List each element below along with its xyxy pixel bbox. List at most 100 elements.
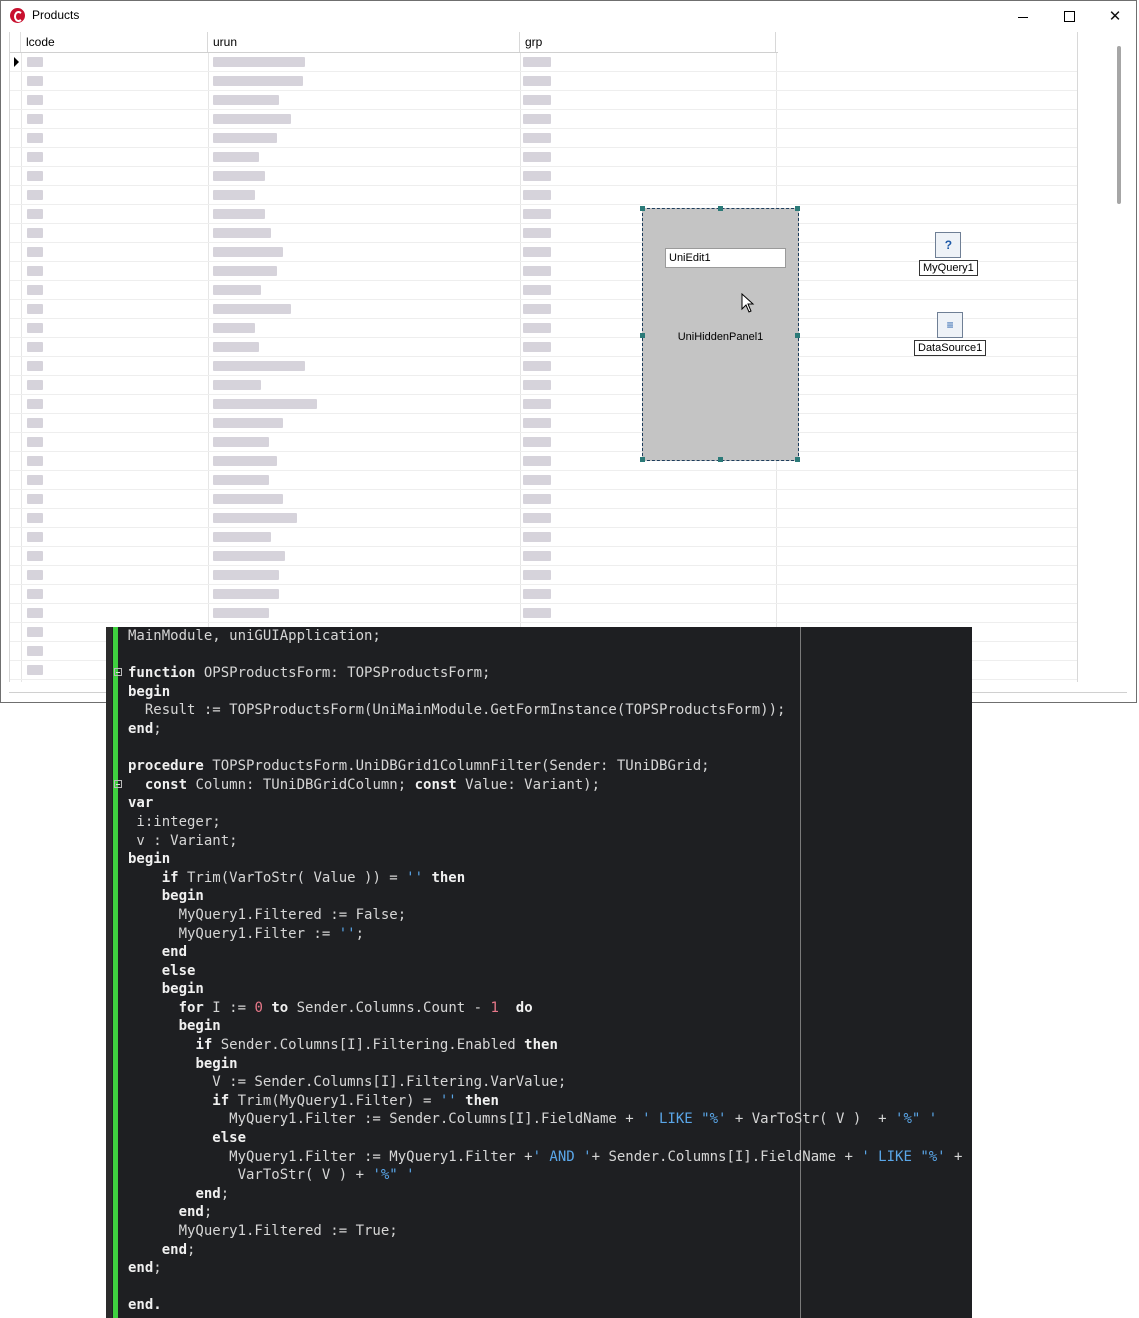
grid-cell [27, 513, 43, 523]
grid-header: lcode urun grp [10, 32, 778, 53]
resize-handle[interactable] [640, 206, 645, 211]
grid-cell [523, 437, 551, 447]
grid-cell [523, 608, 551, 618]
grid-cell [523, 114, 551, 124]
app-icon [10, 8, 25, 23]
table-row[interactable] [10, 357, 1078, 376]
code-line: function OPSProductsForm: TOPSProductsFo… [114, 664, 962, 683]
maximize-button[interactable] [1046, 1, 1092, 31]
table-row[interactable] [10, 452, 1078, 471]
table-row[interactable] [10, 53, 1078, 72]
grid-cell [213, 152, 259, 162]
code-line: MyQuery1.Filter := ''; [128, 925, 365, 942]
code-line: end; [195, 1185, 230, 1202]
table-row[interactable] [10, 509, 1078, 528]
grid-cell [523, 418, 551, 428]
grid-cell [27, 570, 43, 580]
code-editor[interactable]: MainModule, uniGUIApplication; function O… [106, 627, 972, 1318]
grid-cell [213, 456, 277, 466]
table-row[interactable] [10, 110, 1078, 129]
table-row[interactable] [10, 414, 1078, 433]
fold-toggle-icon[interactable] [114, 779, 122, 788]
table-row[interactable] [10, 167, 1078, 186]
editor-gutter [106, 627, 112, 1318]
code-line: begin [128, 683, 171, 700]
vertical-scrollbar[interactable] [1117, 46, 1121, 204]
grid-cell [523, 342, 551, 352]
table-row[interactable] [10, 72, 1078, 91]
panel-caption: UniHiddenPanel1 [677, 331, 764, 343]
grid-cell [523, 570, 551, 580]
grid-cell [213, 475, 269, 485]
myquery-component[interactable]: ? MyQuery1 [919, 232, 978, 276]
uni-edit-field[interactable]: UniEdit1 [665, 248, 786, 268]
grid-cell [27, 627, 43, 637]
table-row[interactable] [10, 91, 1078, 110]
code-line: begin [195, 1055, 238, 1072]
table-row[interactable] [10, 281, 1078, 300]
minimize-button[interactable] [1000, 1, 1046, 31]
grid-cell [213, 589, 279, 599]
db-grid[interactable]: lcode urun grp [9, 32, 1078, 682]
grid-cell [27, 665, 43, 675]
grid-cell [523, 228, 551, 238]
resize-handle[interactable] [718, 457, 723, 462]
grid-cell [213, 247, 283, 257]
table-row[interactable] [10, 376, 1078, 395]
table-row[interactable] [10, 547, 1078, 566]
grid-cell [27, 608, 43, 618]
resize-handle[interactable] [718, 206, 723, 211]
grid-cell [27, 247, 43, 257]
table-row[interactable] [10, 205, 1078, 224]
grid-cell [523, 171, 551, 181]
table-row[interactable] [10, 243, 1078, 262]
table-row[interactable] [10, 528, 1078, 547]
table-row[interactable] [10, 604, 1078, 623]
column-header-grp[interactable]: grp [520, 32, 776, 52]
grid-cell [27, 304, 43, 314]
grid-cell [27, 228, 43, 238]
grid-cell [27, 399, 43, 409]
table-row[interactable] [10, 224, 1078, 243]
maximize-icon [1063, 10, 1075, 22]
grid-cell [213, 114, 291, 124]
table-row[interactable] [10, 186, 1078, 205]
modified-lines-bar [113, 627, 118, 1318]
column-header-urun[interactable]: urun [208, 32, 520, 52]
code-line: end; [128, 1260, 162, 1277]
resize-handle[interactable] [640, 457, 645, 462]
grid-cell [523, 285, 551, 295]
resize-handle[interactable] [795, 206, 800, 211]
mouse-pointer-icon [741, 293, 755, 313]
grid-cell [523, 475, 551, 485]
table-row[interactable] [10, 433, 1078, 452]
grid-cell [523, 513, 551, 523]
close-button[interactable]: ✕ [1092, 1, 1138, 31]
table-row[interactable] [10, 585, 1078, 604]
code-text[interactable]: MainModule, uniGUIApplication; function O… [114, 627, 962, 1315]
grid-cell [27, 342, 43, 352]
table-row[interactable] [10, 471, 1078, 490]
fold-toggle-icon[interactable] [114, 668, 122, 677]
uni-hidden-panel[interactable]: UniEdit1 UniHiddenPanel1 [640, 206, 800, 462]
title-bar[interactable]: Products ✕ [1, 1, 1136, 31]
code-line: end. [128, 1297, 162, 1314]
grid-cell [27, 57, 43, 67]
row-indicator-icon [14, 57, 19, 67]
grid-cell [27, 361, 43, 371]
grid-cell [213, 342, 259, 352]
table-row[interactable] [10, 129, 1078, 148]
grid-cell [213, 380, 261, 390]
grid-cell [213, 133, 277, 143]
code-line: begin [128, 851, 171, 868]
table-row[interactable] [10, 148, 1078, 167]
table-row[interactable] [10, 490, 1078, 509]
table-row[interactable] [10, 395, 1078, 414]
column-header-lcode[interactable]: lcode [21, 32, 208, 52]
code-line: end; [178, 1204, 213, 1221]
table-row[interactable] [10, 566, 1078, 585]
datasource-component[interactable]: ≡ DataSource1 [914, 312, 987, 356]
table-row[interactable] [10, 262, 1078, 281]
resize-handle[interactable] [795, 457, 800, 462]
